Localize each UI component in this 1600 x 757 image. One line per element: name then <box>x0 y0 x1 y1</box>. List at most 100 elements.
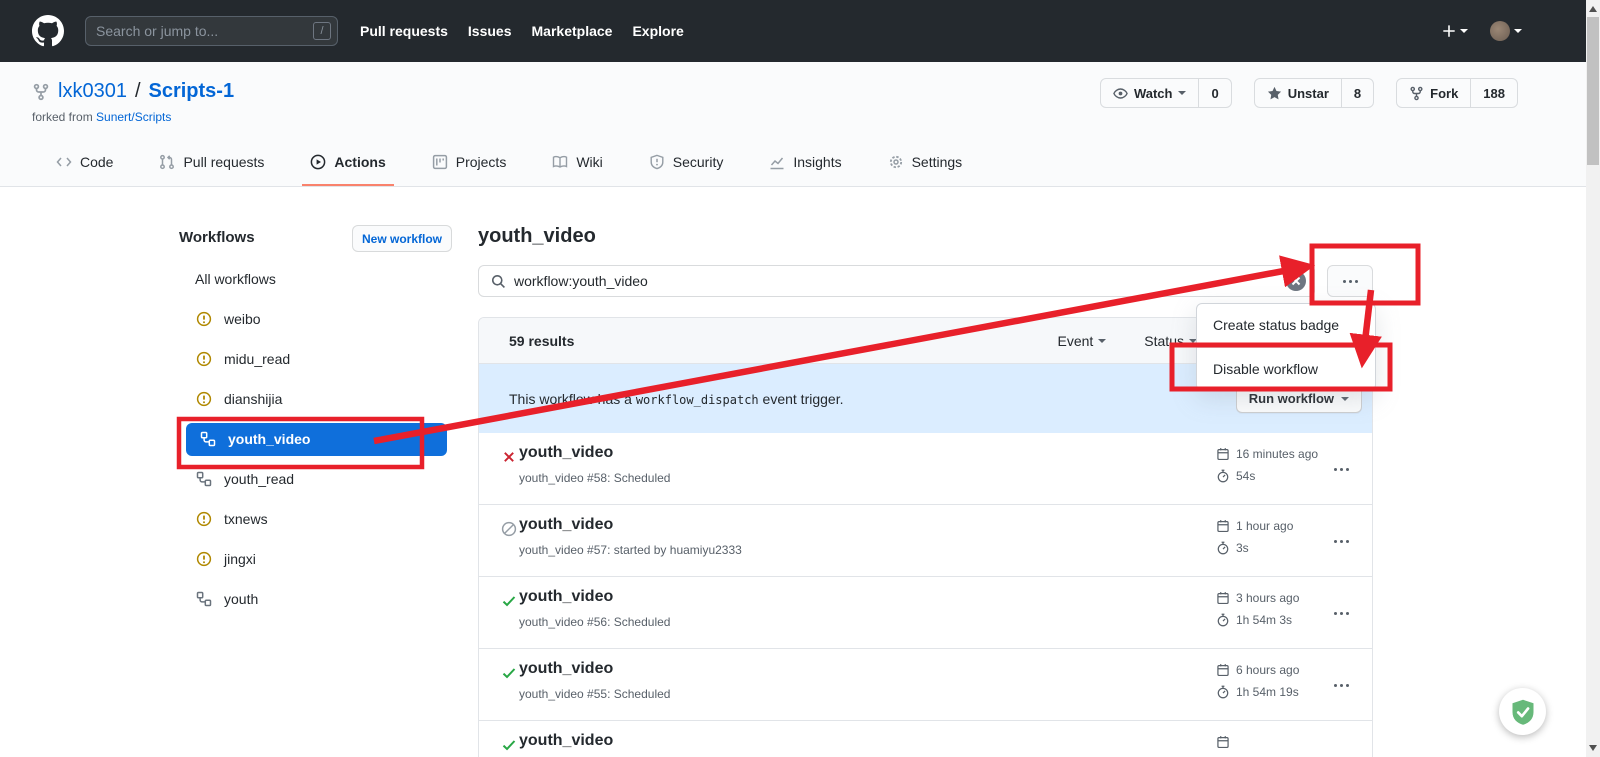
run-title-link[interactable]: youth_video <box>519 516 613 534</box>
global-search-input[interactable] <box>96 23 313 39</box>
scrollbar-thumb[interactable] <box>1587 17 1599 165</box>
sidebar-item-youth-video[interactable]: youth_video <box>186 423 447 456</box>
unstar-label: Unstar <box>1288 86 1329 101</box>
fork-count[interactable]: 188 <box>1470 79 1517 107</box>
tab-settings[interactable]: Settings <box>880 140 971 186</box>
scroll-up-arrow[interactable] <box>1589 6 1597 12</box>
banner-suffix: event trigger. <box>763 391 844 407</box>
nav-pull-requests[interactable]: Pull requests <box>360 23 448 39</box>
runs-filter-input[interactable] <box>514 273 1286 289</box>
workflow-label: youth <box>224 591 258 607</box>
watch-button[interactable]: Watch <box>1101 79 1199 107</box>
unstar-button[interactable]: Unstar <box>1255 79 1341 107</box>
caret-down-icon <box>1514 29 1522 33</box>
sidebar-item-all-workflows[interactable]: All workflows <box>176 259 458 299</box>
workflow-icon <box>196 471 212 487</box>
run-options-button[interactable] <box>1334 675 1354 695</box>
repo-name-link[interactable]: Scripts-1 <box>149 80 235 103</box>
run-row[interactable]: youth_video youth_video #55: Scheduled 6… <box>479 649 1372 721</box>
calendar-icon <box>1216 735 1230 749</box>
sidebar-item-txnews[interactable]: txnews <box>176 499 458 539</box>
global-search[interactable]: / <box>85 16 338 46</box>
run-row[interactable]: youth_video youth_video #57: started by … <box>479 505 1372 577</box>
run-time: 6 hours ago <box>1236 663 1299 677</box>
run-options-button[interactable] <box>1334 459 1354 479</box>
run-row[interactable]: youth_video youth_video #56: Scheduled 3… <box>479 577 1372 649</box>
github-header: / Pull requests Issues Marketplace Explo… <box>0 0 1600 62</box>
sidebar-item-midu-read[interactable]: midu_read <box>176 339 458 379</box>
stopwatch-icon <box>1216 613 1230 627</box>
workflow-label: youth_read <box>224 471 294 487</box>
header-right <box>1442 21 1522 41</box>
run-options-button[interactable] <box>1334 531 1354 551</box>
run-meta: 3 hours ago 1h 54m 3s <box>1216 590 1299 628</box>
sidebar-item-weibo[interactable]: weibo <box>176 299 458 339</box>
runs-search-row <box>478 265 1373 297</box>
create-new-dropdown[interactable] <box>1442 24 1468 38</box>
status-filter-dropdown[interactable]: Status <box>1144 333 1197 349</box>
run-options-button[interactable] <box>1334 603 1354 623</box>
fork-group: Fork 188 <box>1396 78 1518 108</box>
adguard-extension-button[interactable] <box>1499 688 1546 735</box>
fork-label: Fork <box>1430 86 1458 101</box>
pull-request-icon <box>159 154 175 170</box>
run-subtitle: youth_video #57: started by huamiyu2333 <box>519 543 742 557</box>
tab-pull-requests[interactable]: Pull requests <box>151 140 272 186</box>
run-title-link[interactable]: youth_video <box>519 588 613 606</box>
tab-code-label: Code <box>80 154 113 170</box>
workflow-label: midu_read <box>224 351 290 367</box>
menu-item-create-status-badge[interactable]: Create status badge <box>1197 304 1375 347</box>
plus-icon <box>1442 24 1456 38</box>
nav-explore[interactable]: Explore <box>632 23 683 39</box>
new-workflow-button[interactable]: New workflow <box>352 225 452 252</box>
caret-down-icon <box>1178 91 1186 95</box>
workflow-options-button[interactable] <box>1327 265 1373 297</box>
menu-item-disable-workflow[interactable]: Disable workflow <box>1197 347 1375 390</box>
star-count[interactable]: 8 <box>1341 79 1373 107</box>
github-logo[interactable] <box>32 15 64 47</box>
tab-actions[interactable]: Actions <box>302 140 393 186</box>
tab-code[interactable]: Code <box>48 140 121 186</box>
event-filter-dropdown[interactable]: Event <box>1057 333 1106 349</box>
check-success-icon <box>501 737 517 753</box>
runs-filter-field[interactable] <box>478 265 1315 297</box>
workflow-icon <box>196 591 212 607</box>
user-menu-dropdown[interactable] <box>1490 21 1522 41</box>
tab-insights[interactable]: Insights <box>761 140 849 186</box>
sidebar-item-dianshijia[interactable]: dianshijia <box>176 379 458 419</box>
page-scrollbar[interactable] <box>1586 0 1600 757</box>
run-row[interactable]: youth_video youth_video #58: Scheduled 1… <box>479 433 1372 505</box>
clear-filter-icon[interactable] <box>1286 271 1306 291</box>
run-meta: 1 hour ago 3s <box>1216 518 1293 556</box>
workflow-options-menu: Create status badge Disable workflow <box>1196 303 1376 391</box>
run-row[interactable]: youth_video <box>479 721 1372 757</box>
forked-from-link[interactable]: Sunert/Scripts <box>96 110 171 124</box>
tab-projects-label: Projects <box>456 154 507 170</box>
nav-marketplace[interactable]: Marketplace <box>532 23 613 39</box>
sidebar-item-youth[interactable]: youth <box>176 579 458 619</box>
tab-wiki[interactable]: Wiki <box>544 140 610 186</box>
run-title-link[interactable]: youth_video <box>519 444 613 462</box>
watch-count[interactable]: 0 <box>1198 79 1230 107</box>
project-icon <box>432 154 448 170</box>
check-success-icon <box>501 665 517 681</box>
workflow-label: weibo <box>224 311 261 327</box>
nav-issues[interactable]: Issues <box>468 23 512 39</box>
repo-title: lxk0301 / Scripts-1 <box>32 80 234 103</box>
repo-owner-link[interactable]: lxk0301 <box>58 80 127 103</box>
caret-down-icon <box>1460 29 1468 33</box>
scroll-down-arrow[interactable] <box>1589 745 1597 751</box>
sidebar-item-youth-read[interactable]: youth_read <box>176 459 458 499</box>
run-title-link[interactable]: youth_video <box>519 732 613 750</box>
star-group: Unstar 8 <box>1254 78 1374 108</box>
book-icon <box>552 154 568 170</box>
workflow-icon <box>200 431 216 447</box>
fork-button[interactable]: Fork <box>1397 79 1470 107</box>
stopwatch-icon <box>1216 541 1230 555</box>
run-title-link[interactable]: youth_video <box>519 660 613 678</box>
tab-security[interactable]: Security <box>641 140 732 186</box>
sidebar-item-jingxi[interactable]: jingxi <box>176 539 458 579</box>
warning-icon <box>196 551 212 567</box>
tab-projects[interactable]: Projects <box>424 140 515 186</box>
run-meta: 16 minutes ago 54s <box>1216 446 1318 484</box>
